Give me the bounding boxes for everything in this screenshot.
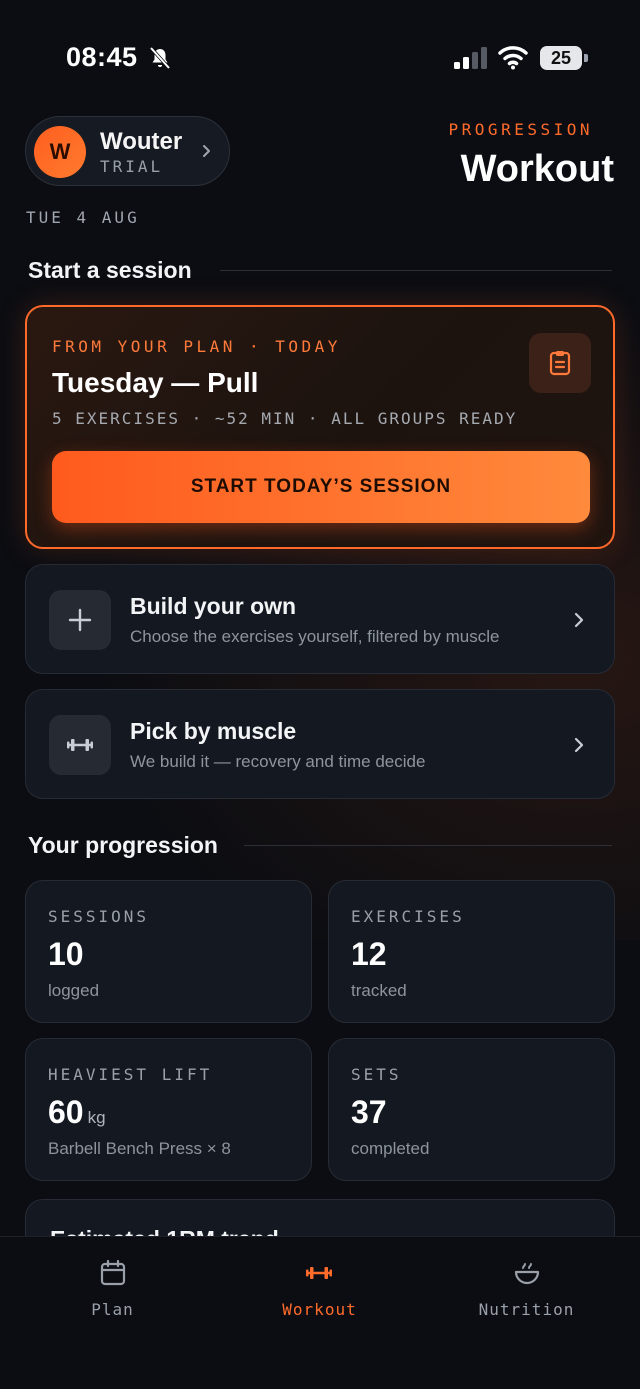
start-session-button[interactable]: START TODAY’S SESSION [52,451,590,523]
wifi-icon [498,46,528,70]
stat-card-sets: SETS 37 completed [328,1038,615,1181]
plan-session-card: FROM YOUR PLAN · TODAY Tuesday — Pull 5 … [25,305,615,549]
section-divider [244,845,612,846]
stat-card-sessions: SESSIONS 10 logged [25,880,312,1023]
tab-label: Nutrition [478,1300,575,1319]
section-heading-start: Start a session [28,257,192,283]
bowl-icon [514,1263,540,1285]
stat-value: 10 [48,936,84,972]
plan-meta: 5 EXERCISES · ~52 MIN · ALL GROUPS READY [52,409,518,428]
stat-subtitle: logged [48,981,100,1000]
plan-title: Tuesday — Pull [52,367,259,398]
tab-workout[interactable]: Workout [213,1237,426,1347]
option-title: Build your own [130,593,297,619]
current-date: TUE 4 AUG [26,208,140,227]
tab-bar: Plan Workout Nutrition [0,1236,640,1389]
stat-value: 12 [351,936,387,972]
stat-label: HEAVIEST LIFT [48,1065,213,1084]
plus-icon [68,608,92,632]
chevron-right-icon [574,737,584,753]
plan-details-button[interactable] [529,333,591,393]
chevron-right-icon [574,612,584,628]
stat-value: 60 kg [48,1094,106,1130]
option-subtitle: Choose the exercises yourself, filtered … [130,627,500,646]
user-name: Wouter [100,128,183,155]
stat-subtitle: completed [351,1139,430,1158]
tab-label: Plan [91,1300,134,1319]
plan-eyebrow: FROM YOUR PLAN · TODAY [52,337,341,356]
dumbbell-icon [306,1267,332,1279]
clipboard-icon [549,351,571,376]
tab-label: Workout [282,1300,357,1319]
pick-by-muscle-card[interactable]: Pick by muscle We build it — recovery an… [25,689,615,799]
option-subtitle: We build it — recovery and time decide [130,752,426,771]
option-title: Pick by muscle [130,718,297,744]
stat-subtitle: Barbell Bench Press × 8 [48,1139,231,1158]
status-bar: 08:45 25 [0,0,640,110]
battery-indicator: 25 [540,46,588,70]
battery-tip [584,54,588,62]
avatar: W [34,126,86,178]
page-eyebrow: PROGRESSION [448,120,593,139]
stat-value: 37 [351,1094,387,1130]
stat-card-exercises: EXERCISES 12 tracked [328,880,615,1023]
user-plan-badge: TRIAL [100,157,164,176]
section-heading-progression: Your progression [28,832,218,858]
status-time: 08:45 [66,42,138,72]
dumbbell-icon [67,739,93,751]
section-divider [220,270,612,271]
calendar-icon [100,1259,126,1286]
build-your-own-card[interactable]: Build your own Choose the exercises your… [25,564,615,674]
page-title: Workout [460,148,614,190]
chevron-right-icon [203,145,210,157]
cellular-signal-icon [454,47,487,69]
bell-slash-icon [149,46,171,70]
user-profile-button[interactable]: W Wouter TRIAL [25,116,230,186]
option-icon-box [49,590,111,650]
tab-plan[interactable]: Plan [6,1237,219,1347]
stat-label: EXERCISES [351,907,465,926]
stat-label: SETS [351,1065,402,1084]
stat-card-heaviest-lift: HEAVIEST LIFT 60 kg Barbell Bench Press ×… [25,1038,312,1181]
tab-nutrition[interactable]: Nutrition [420,1237,633,1347]
stat-label: SESSIONS [48,907,150,926]
option-icon-box [49,715,111,775]
battery-level: 25 [550,48,572,68]
stat-subtitle: tracked [351,981,407,1000]
